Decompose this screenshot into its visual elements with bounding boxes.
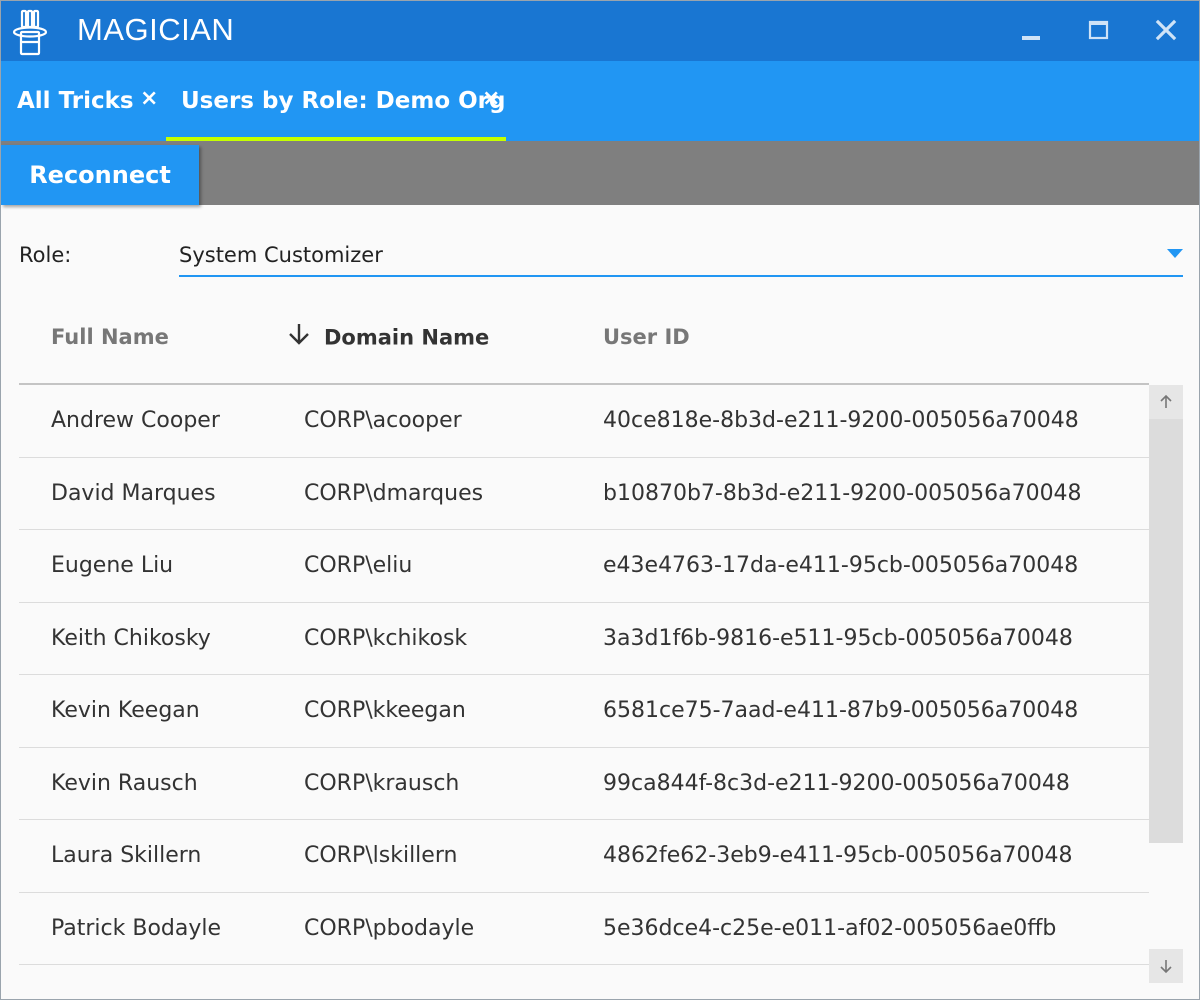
grid-header: Full Name Domain Name User ID — [19, 301, 1149, 385]
cell-full-name: Kevin Rausch — [51, 770, 198, 796]
cell-domain-name: CORP\eliu — [304, 553, 413, 578]
tab-label: Users by Role: Demo Org — [181, 88, 506, 114]
cell-domain-name: CORP\dmarques — [304, 480, 484, 506]
column-header-label: Domain Name — [324, 325, 490, 350]
table-row[interactable]: Kevin Keegan CORP\kkeegan 6581ce75-7aad-… — [19, 675, 1149, 748]
minimize-icon[interactable] — [1015, 15, 1047, 47]
cell-full-name: Kevin Keegan — [51, 698, 200, 723]
table-row[interactable]: Keith Chikosky CORP\kchikosk 3a3d1f6b-98… — [19, 603, 1149, 675]
role-dropdown[interactable]: System Customizer — [179, 237, 1183, 277]
cell-full-name: Andrew Cooper — [51, 408, 220, 433]
role-label: Role: — [19, 243, 72, 267]
scroll-up-arrow-icon[interactable] — [1149, 385, 1183, 419]
cell-domain-name: CORP\krausch — [304, 770, 460, 796]
column-header-label: User ID — [603, 325, 690, 349]
app-title: MAGICIAN — [77, 12, 235, 47]
tab-close-icon[interactable]: × — [482, 88, 500, 110]
column-header-domain-name[interactable]: Domain Name — [286, 321, 489, 356]
tab-bar: All Tricks × Users by Role: Demo Org × — [1, 61, 1199, 141]
tab-label: All Tricks — [17, 88, 134, 114]
title-bar[interactable]: MAGICIAN — [1, 1, 1199, 61]
cell-full-name: Patrick Bodayle — [51, 915, 222, 941]
close-icon[interactable] — [1150, 15, 1182, 47]
table-row[interactable]: Laura Skillern CORP\lskillern 4862fe62-3… — [19, 820, 1149, 893]
toolbar: Reconnect — [1, 141, 1199, 205]
column-header-label: Full Name — [51, 325, 169, 349]
cell-user-id: 40ce818e-8b3d-e211-9200-005056a70048 — [603, 408, 1079, 433]
column-header-full-name[interactable]: Full Name — [51, 321, 169, 353]
cell-full-name: Laura Skillern — [51, 843, 202, 868]
cell-domain-name: CORP\pbodayle — [304, 915, 475, 941]
table-row[interactable]: David Marques CORP\dmarques b10870b7-8b3… — [19, 458, 1149, 530]
table-row[interactable]: Kevin Rausch CORP\krausch 99ca844f-8c3d-… — [19, 748, 1149, 820]
cell-domain-name: CORP\lskillern — [304, 843, 458, 868]
reconnect-button[interactable]: Reconnect — [1, 145, 199, 205]
tab-close-icon[interactable]: × — [140, 88, 158, 110]
dropdown-arrow-icon[interactable] — [1167, 249, 1183, 258]
scroll-down-arrow-icon[interactable] — [1149, 949, 1183, 983]
scrollbar-thumb[interactable] — [1149, 419, 1183, 843]
vertical-scrollbar[interactable] — [1149, 385, 1183, 985]
table-row[interactable]: Eugene Liu CORP\eliu e43e4763-17da-e411-… — [19, 530, 1149, 603]
cell-user-id: e43e4763-17da-e411-95cb-005056a70048 — [603, 553, 1079, 578]
tab-all-tricks[interactable]: All Tricks × — [1, 61, 166, 141]
tab-users-by-role[interactable]: Users by Role: Demo Org × — [166, 61, 506, 141]
cell-full-name: Keith Chikosky — [51, 625, 211, 651]
cell-user-id: 4862fe62-3eb9-e411-95cb-005056a70048 — [603, 843, 1073, 868]
maximize-icon[interactable] — [1082, 15, 1114, 47]
cell-user-id: 6581ce75-7aad-e411-87b9-005056a70048 — [603, 698, 1079, 723]
grid-rows: Andrew Cooper CORP\acooper 40ce818e-8b3d… — [19, 385, 1149, 965]
users-grid: Full Name Domain Name User ID Andrew Coo… — [19, 301, 1183, 991]
column-header-user-id[interactable]: User ID — [603, 321, 690, 353]
cell-user-id: 5e36dce4-c25e-e011-af02-005056ae0ffb — [603, 915, 1057, 941]
cell-full-name: Eugene Liu — [51, 553, 174, 578]
role-selected-value: System Customizer — [179, 243, 383, 267]
cell-user-id: 99ca844f-8c3d-e211-9200-005056a70048 — [603, 770, 1070, 796]
cell-user-id: b10870b7-8b3d-e211-9200-005056a70048 — [603, 480, 1082, 506]
cell-domain-name: CORP\kchikosk — [304, 625, 468, 651]
magic-hat-icon — [11, 8, 55, 56]
cell-domain-name: CORP\kkeegan — [304, 698, 466, 723]
arrow-down-icon — [286, 321, 312, 356]
cell-full-name: David Marques — [51, 480, 216, 506]
cell-user-id: 3a3d1f6b-9816-e511-95cb-005056a70048 — [603, 625, 1073, 651]
cell-domain-name: CORP\acooper — [304, 408, 462, 433]
app-window: MAGICIAN All Tricks × Users by Role: Dem… — [0, 0, 1200, 1000]
table-row[interactable]: Andrew Cooper CORP\acooper 40ce818e-8b3d… — [19, 385, 1149, 458]
table-row[interactable]: Patrick Bodayle CORP\pbodayle 5e36dce4-c… — [19, 893, 1149, 965]
